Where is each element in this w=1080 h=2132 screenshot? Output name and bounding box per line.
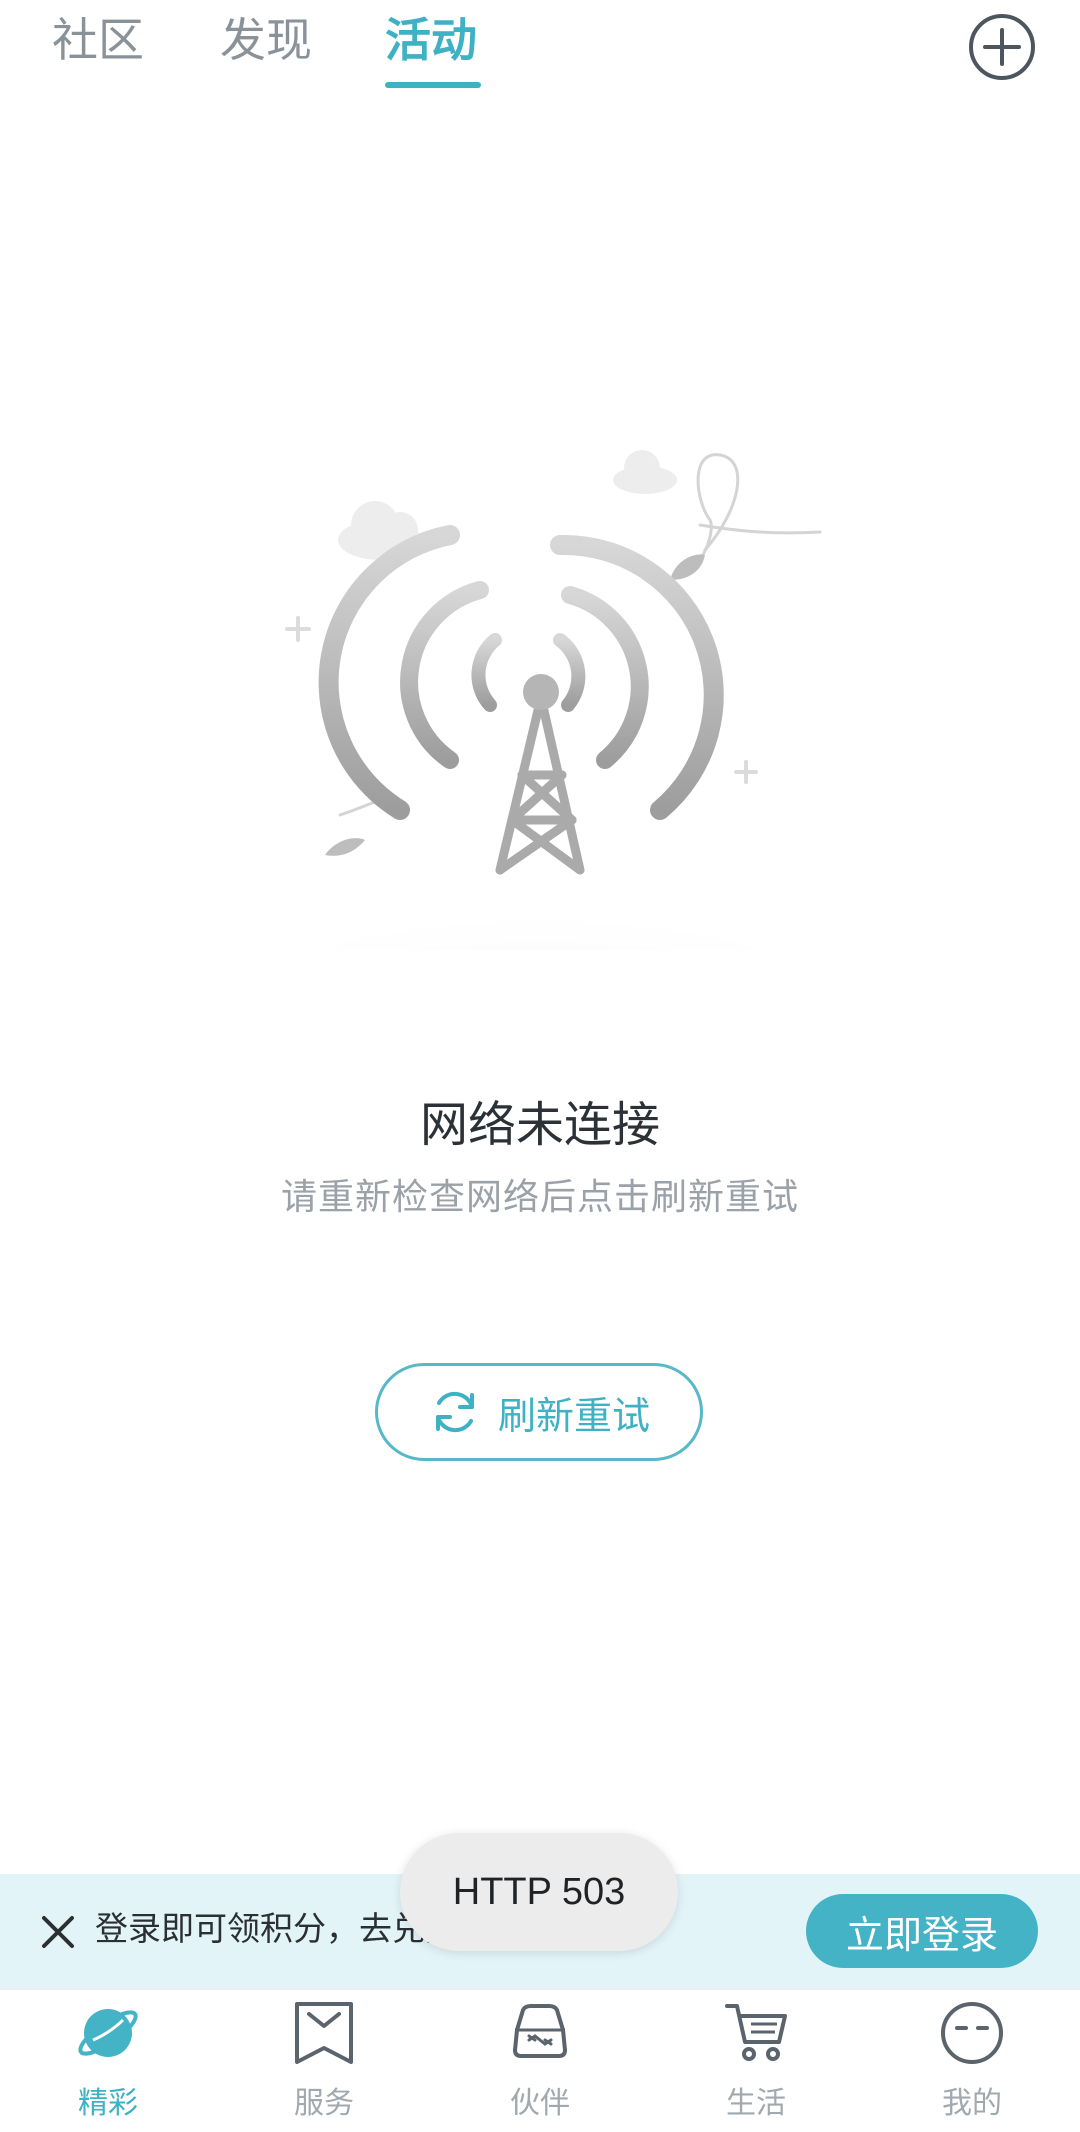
top-tab-bar: 社区 发现 活动: [0, 0, 1080, 110]
car-icon: [513, 2004, 567, 2058]
nav-label-profile: 我的: [942, 2086, 1002, 2121]
login-now-button[interactable]: 立即登录: [806, 1894, 1038, 1968]
empty-state-title: 网络未连接: [419, 1097, 660, 1153]
bottom-nav-bar: 精彩 服务 伙伴 生活 我的: [0, 1989, 1080, 2132]
nav-item-profile[interactable]: 我的: [864, 1990, 1080, 2132]
empty-state-subtitle: 请重新检查网络后点击刷新重试: [280, 1177, 799, 1218]
nav-label-featured: 精彩: [78, 2086, 138, 2121]
planet-icon: [78, 2009, 138, 2057]
cart-icon: [725, 2004, 787, 2061]
retry-button[interactable]: 刷新重试: [375, 1363, 703, 1461]
nav-label-partners: 伙伴: [510, 2086, 570, 2121]
nav-item-featured[interactable]: 精彩: [0, 1990, 216, 2132]
close-icon[interactable]: [38, 1912, 78, 1952]
bookmark-icon: [295, 2002, 353, 2064]
face-icon: [941, 2002, 1003, 2064]
refresh-icon: [435, 1391, 474, 1433]
error-toast: HTTP 503: [400, 1833, 678, 1951]
nav-item-life[interactable]: 生活: [648, 1990, 864, 2132]
nav-item-services[interactable]: 服务: [216, 1990, 432, 2132]
nav-label-life: 生活: [726, 2086, 786, 2121]
active-tab-indicator: [385, 82, 481, 88]
tab-discover[interactable]: 发现: [220, 8, 312, 72]
nav-label-services: 服务: [294, 2086, 354, 2121]
retry-button-label: 刷新重试: [497, 1393, 650, 1438]
tab-activity[interactable]: 活动: [385, 8, 477, 72]
nav-item-partners[interactable]: 伙伴: [432, 1990, 648, 2132]
tab-community[interactable]: 社区: [52, 8, 144, 72]
plus-circle-icon[interactable]: [967, 12, 1037, 82]
network-disconnected-illustration: [160, 450, 920, 950]
